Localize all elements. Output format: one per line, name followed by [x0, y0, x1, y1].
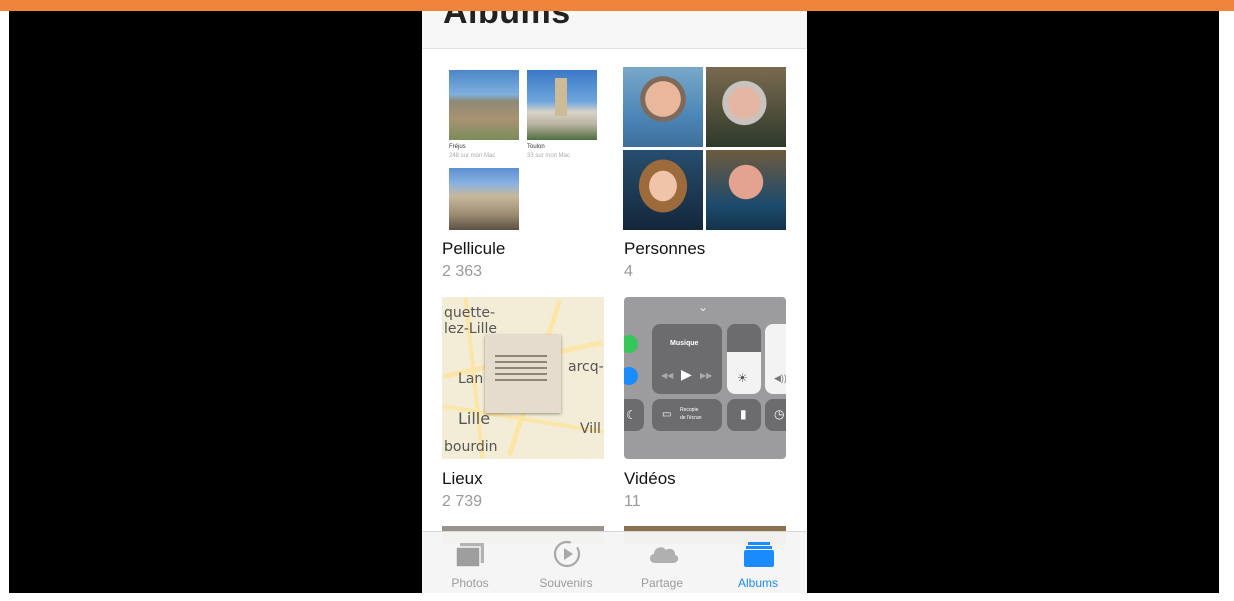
cloud-icon: [649, 547, 679, 563]
map-label: quette-: [444, 305, 496, 321]
album-count: 11: [624, 493, 641, 510]
person-face-thumb: [623, 150, 703, 230]
album-count: 2 739: [442, 493, 483, 510]
moon-icon: ☾: [626, 408, 637, 422]
album-title: Personnes: [624, 239, 706, 258]
brightness-slider: ☀: [727, 324, 761, 394]
map-thumb: quette- lez-Lille Lan arcq- Lille Vill b…: [442, 297, 604, 459]
albums-icon: [744, 542, 774, 567]
play-icon: ▶: [681, 366, 692, 382]
album-title: Vidéos: [624, 469, 676, 488]
top-accent-bar: [0, 0, 1234, 11]
person-face-thumb: [706, 67, 786, 147]
album-count: 2 363: [442, 263, 483, 280]
map-label: bourdin: [444, 439, 498, 455]
tab-photos[interactable]: Photos: [422, 532, 518, 593]
tab-bar: Photos Souvenirs Partage Albums: [422, 531, 807, 593]
screen-mirroring-tile: ▭ Recopie de l'écran: [652, 399, 722, 431]
mirror-label-line1: Recopie: [680, 407, 699, 413]
timer-tile: ◷: [765, 399, 786, 431]
phone-screen: Albums Fréjus 248 sur mon Mac Toulon 33 …: [422, 11, 807, 593]
tab-albums[interactable]: Albums: [710, 532, 806, 593]
flashlight-tile: ▮: [727, 399, 761, 431]
tab-label: Photos: [451, 576, 489, 590]
cellular-icon: [624, 335, 638, 353]
map-label: arcq-: [568, 359, 604, 375]
speaker-icon: ◀)): [774, 373, 786, 383]
album-thumb-place: [449, 168, 519, 230]
subalbum-name: Fréjus: [449, 144, 466, 150]
album-title: Lieux: [442, 469, 483, 488]
map-photo-pin: [485, 335, 561, 413]
album-thumb-frejus: [449, 70, 519, 140]
mirror-label-line2: de l'écran: [680, 415, 702, 421]
photos-icon: [455, 543, 484, 568]
tab-souvenirs[interactable]: Souvenirs: [518, 532, 614, 593]
albums-header: Albums: [422, 11, 807, 49]
album-count: 4: [624, 263, 633, 280]
tab-label: Albums: [737, 576, 778, 590]
subalbum-detail: 248 sur mon Mac: [449, 153, 496, 159]
tab-label: Souvenirs: [539, 576, 593, 590]
subalbum-name: Toulon: [527, 144, 545, 150]
album-thumb-toulon: [527, 70, 597, 140]
music-label: Musique: [670, 340, 699, 347]
video-thumb-control-center: ⌄ Musique ▶ ◀◀ ▶▶ ☀ ◀)) ☾ ▭ Recopie de l…: [624, 297, 786, 459]
album-title: Pellicule: [442, 239, 506, 258]
person-face-thumb: [706, 150, 786, 230]
person-face-thumb: [623, 67, 703, 147]
moon-tile: ☾: [624, 399, 644, 431]
map-label: Lan: [458, 371, 484, 387]
airplay-icon: ▭: [662, 409, 672, 420]
memories-icon: [553, 540, 581, 568]
brightness-icon: ☀: [737, 371, 748, 385]
volume-slider: ◀)): [765, 324, 786, 394]
chevron-down-icon: ⌄: [698, 300, 709, 314]
flashlight-icon: ▮: [740, 407, 747, 421]
rewind-icon: ◀◀: [661, 371, 674, 380]
forward-icon: ▶▶: [700, 371, 713, 380]
tab-partage[interactable]: Partage: [614, 532, 710, 593]
timer-icon: ◷: [774, 407, 785, 421]
music-tile: Musique ▶ ◀◀ ▶▶: [652, 324, 722, 394]
tab-label: Partage: [640, 576, 684, 590]
subalbum-detail: 33 sur mon Mac: [527, 153, 571, 159]
bluetooth-icon: [624, 367, 638, 385]
page-title: Albums: [443, 11, 571, 31]
map-label: Vill: [580, 421, 601, 437]
video-frame: Albums Fréjus 248 sur mon Mac Toulon 33 …: [9, 11, 1219, 593]
